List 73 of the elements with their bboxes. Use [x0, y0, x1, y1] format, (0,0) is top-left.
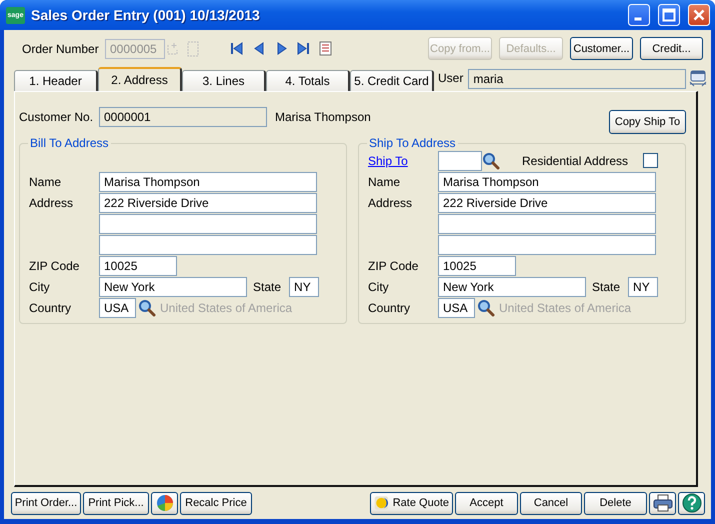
field-label: Country [368, 300, 412, 314]
zip-code-field[interactable]: 10025 [438, 256, 516, 276]
search-icon[interactable] [482, 152, 500, 170]
field-label: Name [29, 174, 62, 188]
field-label: Name [368, 174, 402, 188]
customer-name: Marisa Thompson [275, 110, 371, 124]
printer-icon [652, 493, 674, 513]
state-field[interactable]: NY [289, 276, 320, 296]
action-button[interactable]: Accept [455, 492, 518, 514]
ship-to-code-field[interactable] [438, 150, 482, 170]
rate-quote-button[interactable]: Rate Quote [370, 492, 453, 514]
last-record-icon[interactable] [295, 40, 312, 57]
country-field[interactable]: USA [438, 298, 475, 318]
copy-ship-to-button[interactable]: Copy Ship To [609, 110, 686, 134]
print-button[interactable] [649, 492, 676, 514]
group-title: Bill To Address [29, 136, 110, 150]
search-icon[interactable] [138, 298, 156, 316]
customer-number-field[interactable]: 0000001 [99, 107, 267, 127]
address-field[interactable] [438, 234, 656, 254]
country-field[interactable]: USA [99, 298, 136, 318]
name-field[interactable]: Marisa Thompson [438, 172, 656, 192]
chart-button[interactable] [151, 492, 178, 514]
window-title: Sales Order Entry (001) 10/13/2013 [31, 7, 261, 23]
group-title: Ship To Address [368, 136, 457, 150]
field-label: ZIP Code [29, 258, 80, 272]
tab[interactable]: 3. Lines [182, 70, 266, 91]
action-button[interactable]: Recalc Price [180, 492, 252, 514]
search-icon[interactable] [477, 298, 495, 316]
residential-address-label: Residential Address [522, 154, 630, 168]
country-description: United States of America [160, 300, 292, 314]
field-label: State [592, 280, 620, 294]
pie-chart-icon [154, 493, 174, 513]
country-description: United States of America [499, 300, 632, 314]
field-label: Address [368, 196, 414, 210]
name-field[interactable]: Marisa Thompson [99, 172, 317, 192]
tab[interactable]: 2. Address [98, 67, 182, 91]
address-field[interactable]: 222 Riverside Drive [99, 192, 317, 212]
action-button[interactable]: Delete [584, 492, 647, 514]
user-label: User [438, 70, 464, 84]
window-icon[interactable] [689, 69, 708, 87]
zip-code-field[interactable]: 10025 [99, 256, 177, 276]
tab[interactable]: 1. Header [14, 70, 98, 91]
tab[interactable]: 5. Credit Card [350, 70, 434, 91]
field-label: Address [29, 196, 74, 210]
help-icon [682, 493, 702, 513]
notepad-icon[interactable] [317, 40, 334, 57]
customer-number-label: Customer No. [19, 110, 94, 124]
address-field[interactable] [99, 234, 317, 254]
action-button[interactable]: Print Order... [11, 492, 81, 514]
field-label: City [368, 280, 390, 294]
order-number-label: Order Number [22, 42, 100, 56]
city-field[interactable]: New York [438, 276, 586, 296]
tab[interactable]: 4. Totals [266, 70, 350, 91]
field-label: Country [29, 300, 72, 314]
maximize-button[interactable] [658, 4, 680, 26]
address-field[interactable] [99, 214, 317, 234]
ship-to-link[interactable]: Ship To [368, 154, 438, 168]
help-button[interactable] [678, 492, 705, 514]
city-field[interactable]: New York [99, 276, 247, 296]
toolbar-button[interactable]: Credit... [640, 37, 703, 60]
residential-checkbox[interactable] [643, 153, 658, 168]
field-label: ZIP Code [368, 258, 420, 272]
state-field[interactable]: NY [628, 276, 658, 296]
address-field[interactable] [438, 214, 656, 234]
toolbar-button[interactable]: Customer... [570, 37, 633, 60]
field-label: State [253, 280, 282, 294]
user-field[interactable]: maria [468, 69, 686, 89]
address-field[interactable]: 222 Riverside Drive [438, 192, 656, 212]
close-button[interactable] [688, 4, 710, 26]
minimize-button[interactable] [628, 4, 650, 26]
action-button[interactable]: Cancel [520, 492, 582, 514]
action-button[interactable]: Print Pick... [83, 492, 149, 514]
field-label: City [29, 280, 51, 294]
